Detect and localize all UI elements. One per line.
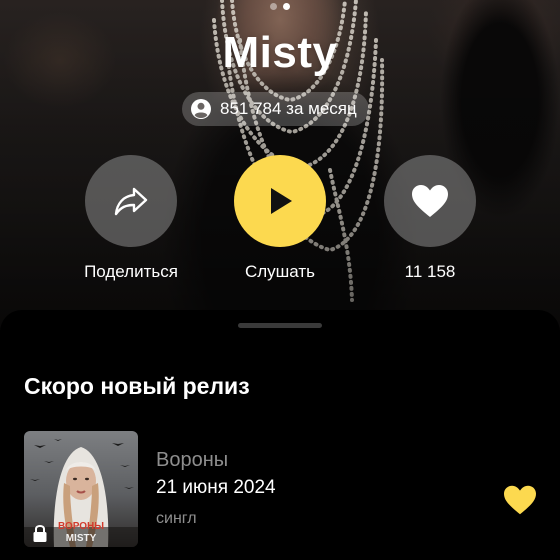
share-arrow-icon	[114, 187, 148, 216]
release-like-heart-icon[interactable]	[502, 484, 538, 516]
listen-action: Слушать	[210, 155, 350, 282]
release-type: сингл	[156, 510, 197, 527]
photo-pager	[0, 3, 560, 10]
sheet-grabber[interactable]	[238, 323, 322, 328]
pager-dot-active[interactable]	[283, 3, 290, 10]
person-icon	[191, 99, 211, 119]
play-icon	[271, 188, 292, 214]
like-action: 11 158	[360, 155, 500, 282]
artist-hero: Misty 851 784 за месяц Поделиться Слушат…	[0, 0, 560, 330]
share-button[interactable]	[85, 155, 177, 247]
upcoming-release-card[interactable]: ВОРОНЫ MISTY Вороны 21 июня 2024 сингл	[24, 431, 544, 547]
upcoming-release-title: Скоро новый релиз	[24, 373, 250, 399]
monthly-listeners-badge: 851 784 за месяц	[182, 92, 369, 126]
release-title: Вороны	[156, 449, 229, 471]
heart-icon	[412, 185, 448, 217]
monthly-listeners-text: 851 784 за месяц	[220, 99, 357, 118]
like-button[interactable]	[384, 155, 476, 247]
release-cover[interactable]: ВОРОНЫ MISTY	[24, 431, 138, 547]
release-cover-art: ВОРОНЫ MISTY	[24, 439, 138, 547]
share-action: Поделиться	[61, 155, 201, 282]
cover-artist-text: MISTY	[66, 533, 97, 544]
bottom-sheet: Скоро новый релиз ВОРОНЫ MISTY Вороны 21…	[0, 310, 560, 560]
pager-dot[interactable]	[270, 3, 277, 10]
likes-count: 11 158	[404, 262, 456, 281]
cover-title-text: ВОРОНЫ	[58, 521, 104, 532]
release-date: 21 июня 2024	[156, 477, 276, 498]
share-label: Поделиться	[84, 262, 178, 281]
listen-label: Слушать	[244, 262, 316, 281]
artist-name: Misty	[222, 28, 338, 77]
listen-button[interactable]	[234, 155, 326, 247]
